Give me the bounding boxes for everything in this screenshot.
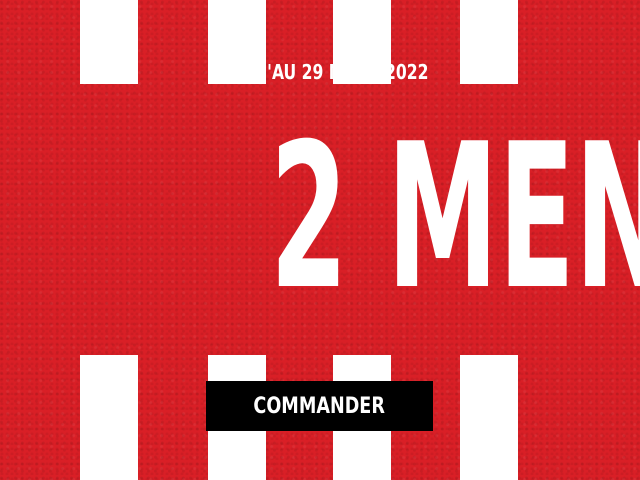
order-button-label: COMMANDER xyxy=(253,393,386,419)
headline-text: 2 MENUS 8 xyxy=(269,108,640,334)
promo-banner: JUSQU'AU 29 MARS 2022 2 MENUS 8 COMMANDE… xyxy=(0,0,640,480)
bottom-stripe xyxy=(460,355,518,480)
order-button[interactable]: COMMANDER xyxy=(206,381,433,431)
promo-headline: 2 MENUS 8 xyxy=(0,108,640,368)
promo-date: JUSQU'AU 29 MARS 2022 xyxy=(211,60,429,84)
bottom-stripe xyxy=(80,355,138,480)
